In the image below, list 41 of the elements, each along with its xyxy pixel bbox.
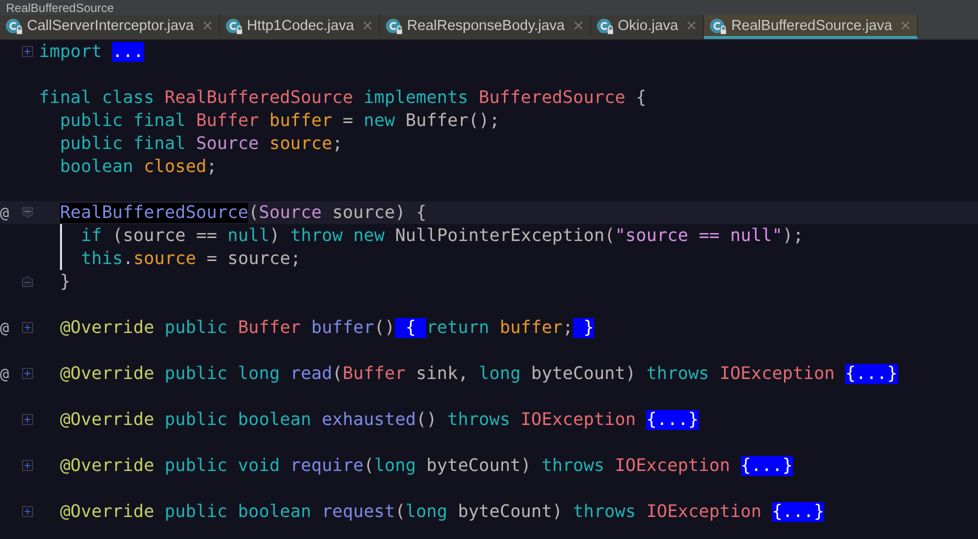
file-tab[interactable]: RealBufferedSource.java — [704, 15, 918, 39]
expand-icon[interactable] — [22, 322, 33, 333]
file-tab[interactable]: Okio.java — [590, 15, 704, 39]
collapse-icon[interactable] — [22, 276, 33, 287]
file-tab[interactable]: RealResponseBody.java — [380, 15, 591, 39]
code-line: import ... — [39, 40, 144, 63]
code-line: @Override public boolean exhausted() throws IOException {...} — [60, 408, 699, 431]
code-line: boolean closed; — [60, 156, 218, 178]
code-line: public final Buffer buffer = new Buffer(); — [60, 110, 500, 132]
breadcrumb[interactable]: RealBufferedSource — [0, 0, 114, 14]
code-line: @Override public long read(Buffer sink, long byteCount) throws IOException {...} — [60, 362, 898, 385]
close-icon[interactable] — [202, 21, 212, 30]
code-line: final class RealBufferedSource implements BufferedSource { — [39, 86, 646, 109]
code-line: @Override public boolean request(long byteCount) throws IOException {...} — [60, 500, 824, 523]
expand-icon[interactable] — [22, 460, 33, 471]
expand-icon[interactable] — [22, 506, 33, 517]
expand-icon[interactable] — [22, 368, 33, 379]
file-tab[interactable]: CallServerInterceptor.java — [0, 15, 220, 39]
collapse-icon[interactable] — [22, 207, 33, 218]
code-line: @Override public void require(long byteCount) throws IOException {...} — [60, 454, 793, 477]
code-line: @Override public Buffer buffer() { return buffer; } — [60, 316, 594, 339]
class-file-icon — [224, 16, 243, 34]
class-file-icon — [709, 16, 728, 34]
close-icon[interactable] — [574, 21, 583, 30]
close-icon[interactable] — [363, 21, 372, 30]
code-line: if (source == null) throw new NullPointerException("source == null"); — [60, 224, 804, 247]
code-line: RealBufferedSource(Source source) { — [60, 202, 426, 224]
code-line: public final Source source; — [60, 132, 343, 155]
expand-icon[interactable] — [22, 46, 33, 57]
close-icon[interactable] — [901, 21, 910, 30]
expand-icon[interactable] — [22, 414, 33, 425]
class-file-icon — [596, 16, 614, 34]
code-line: } — [60, 270, 70, 293]
override-marker[interactable]: @ — [0, 204, 10, 222]
override-marker[interactable]: @ — [0, 318, 10, 336]
class-file-icon — [385, 16, 404, 34]
class-file-icon — [5, 16, 23, 34]
override-marker[interactable]: @ — [0, 364, 10, 382]
code-line: this.source = source; — [60, 247, 301, 270]
close-icon[interactable] — [687, 21, 696, 30]
file-tab[interactable]: Http1Codec.java — [220, 15, 380, 39]
